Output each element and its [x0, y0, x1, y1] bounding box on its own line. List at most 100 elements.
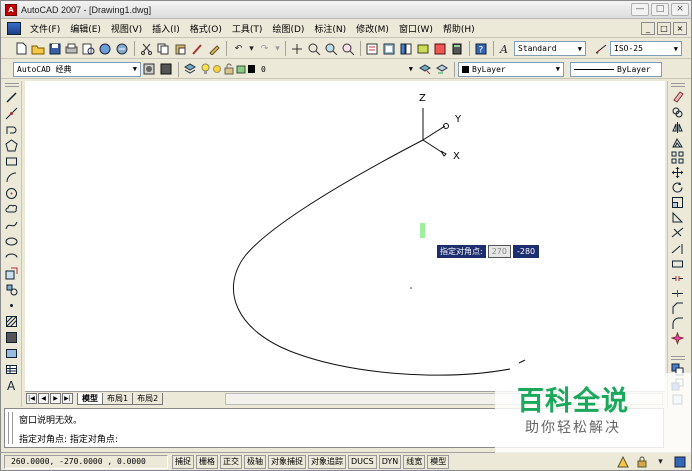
tool-palettes-icon[interactable]: [399, 41, 414, 56]
grid-toggle[interactable]: 栅格: [196, 454, 218, 469]
polar-toggle[interactable]: 极轴: [244, 454, 266, 469]
osnap-toggle[interactable]: 对象捕捉: [268, 454, 306, 469]
array-icon[interactable]: [670, 150, 685, 164]
redo-icon[interactable]: ↷: [257, 41, 272, 56]
undo-icon[interactable]: ↶: [231, 41, 246, 56]
open-icon[interactable]: [30, 41, 45, 56]
document-icon[interactable]: [7, 22, 21, 35]
plot-preview-icon[interactable]: [81, 41, 96, 56]
my-workspace-icon[interactable]: [159, 62, 174, 77]
rectangle-icon[interactable]: [4, 154, 19, 169]
help-icon[interactable]: ?: [474, 41, 489, 56]
polyline-icon[interactable]: [4, 122, 19, 137]
toolbar-grip[interactable]: [670, 83, 685, 87]
publish-icon[interactable]: [98, 41, 113, 56]
toolbar-grip[interactable]: [4, 83, 19, 87]
ellipse-icon[interactable]: [4, 234, 19, 249]
make-block-icon[interactable]: [4, 282, 19, 297]
menu-tools[interactable]: 工具(T): [227, 22, 268, 35]
minimize-button[interactable]: —: [631, 3, 649, 16]
sheet-set-icon[interactable]: [115, 41, 130, 56]
tab-layout2[interactable]: 布局2: [132, 392, 164, 405]
maximize-button[interactable]: □: [651, 3, 669, 16]
color-dropdown[interactable]: ByLayer ▼: [458, 61, 564, 77]
rotate-icon[interactable]: [670, 181, 685, 195]
menu-draw[interactable]: 绘图(D): [267, 22, 309, 35]
zoom-window-icon[interactable]: [324, 41, 339, 56]
otrack-toggle[interactable]: 对象追踪: [308, 454, 346, 469]
redo-dropdown-icon[interactable]: ▾: [274, 41, 281, 56]
line-icon[interactable]: [4, 90, 19, 105]
menu-dimension[interactable]: 标注(N): [309, 22, 351, 35]
paste-icon[interactable]: [173, 41, 188, 56]
prev-tab-button[interactable]: ◀: [38, 393, 49, 404]
workspace-settings-icon[interactable]: [142, 62, 157, 77]
insert-block-icon[interactable]: [4, 266, 19, 281]
menu-help[interactable]: 帮助(H): [438, 22, 480, 35]
erase-icon[interactable]: [670, 90, 685, 104]
block-editor-icon[interactable]: [207, 41, 222, 56]
text-style-dropdown[interactable]: Standard ▼: [514, 41, 586, 56]
offset-icon[interactable]: [670, 135, 685, 149]
chamfer-icon[interactable]: [670, 301, 685, 315]
menu-insert[interactable]: 插入(I): [147, 22, 185, 35]
layer-manager-icon[interactable]: [183, 62, 198, 77]
toolbar-grip[interactable]: [670, 355, 685, 360]
pan-icon[interactable]: [290, 41, 305, 56]
lock-icon[interactable]: [635, 455, 648, 468]
copy-object-icon[interactable]: [670, 105, 685, 119]
revision-cloud-icon[interactable]: [4, 202, 19, 217]
tray-menu-chevron-icon[interactable]: ▾: [654, 455, 667, 468]
ducs-toggle[interactable]: DUCS: [348, 454, 377, 469]
model-toggle[interactable]: 模型: [427, 454, 450, 469]
point-icon[interactable]: [4, 298, 19, 313]
join-icon[interactable]: [670, 286, 685, 300]
undo-dropdown-icon[interactable]: ▾: [248, 41, 255, 56]
communication-center-icon[interactable]: [616, 455, 629, 468]
circle-icon[interactable]: [4, 186, 19, 201]
multiline-text-icon[interactable]: A: [4, 378, 19, 393]
dim-style-dropdown[interactable]: ISO-25 ▼: [610, 41, 682, 56]
dynamic-input-x[interactable]: 270: [487, 245, 511, 258]
ellipse-arc-icon[interactable]: [4, 250, 19, 265]
menu-modify[interactable]: 修改(M): [351, 22, 394, 35]
drawing-area[interactable]: Z Y X 指定对角点: 270 -280: [25, 81, 665, 391]
scale-icon[interactable]: [670, 196, 685, 210]
dynamic-input-y[interactable]: -280: [512, 245, 540, 258]
cut-icon[interactable]: [139, 41, 154, 56]
lineweight-toggle[interactable]: 线宽: [403, 454, 426, 469]
dyn-toggle[interactable]: DYN: [378, 454, 402, 469]
stretch-icon[interactable]: [670, 211, 685, 225]
arc-icon[interactable]: [4, 170, 19, 185]
polygon-icon[interactable]: [4, 138, 19, 153]
workspace-dropdown[interactable]: AutoCAD 经典 ▼: [13, 61, 141, 77]
close-button[interactable]: ×: [671, 3, 689, 16]
break-icon[interactable]: [670, 271, 685, 285]
markup-icon[interactable]: [433, 41, 448, 56]
properties-icon[interactable]: [365, 41, 380, 56]
coordinate-readout[interactable]: 260.0000, -270.0000 , 0.0000: [4, 454, 168, 469]
explode-icon[interactable]: [670, 332, 685, 346]
doc-minimize-button[interactable]: _: [641, 22, 655, 35]
gradient-icon[interactable]: [4, 330, 19, 345]
region-icon[interactable]: [4, 346, 19, 361]
save-icon[interactable]: [47, 41, 62, 56]
trim-icon[interactable]: [670, 226, 685, 240]
command-window-grip[interactable]: [8, 412, 13, 444]
first-tab-button[interactable]: |◀: [26, 393, 37, 404]
construction-line-icon[interactable]: [4, 106, 19, 121]
break-at-point-icon[interactable]: [670, 256, 685, 270]
ortho-toggle[interactable]: 正交: [220, 454, 242, 469]
linetype-dropdown[interactable]: ByLayer: [570, 61, 662, 77]
move-icon[interactable]: [670, 165, 685, 179]
zoom-previous-icon[interactable]: [341, 41, 356, 56]
copy-icon[interactable]: [156, 41, 171, 56]
tab-model[interactable]: 模型: [77, 392, 103, 405]
calculator-icon[interactable]: [450, 41, 465, 56]
zoom-realtime-icon[interactable]: [307, 41, 322, 56]
layer-dropdown[interactable]: 0 ▼: [257, 61, 417, 77]
print-icon[interactable]: [64, 41, 79, 56]
menu-format[interactable]: 格式(O): [185, 22, 227, 35]
match-properties-icon[interactable]: [190, 41, 205, 56]
last-tab-button[interactable]: ▶|: [62, 393, 73, 404]
